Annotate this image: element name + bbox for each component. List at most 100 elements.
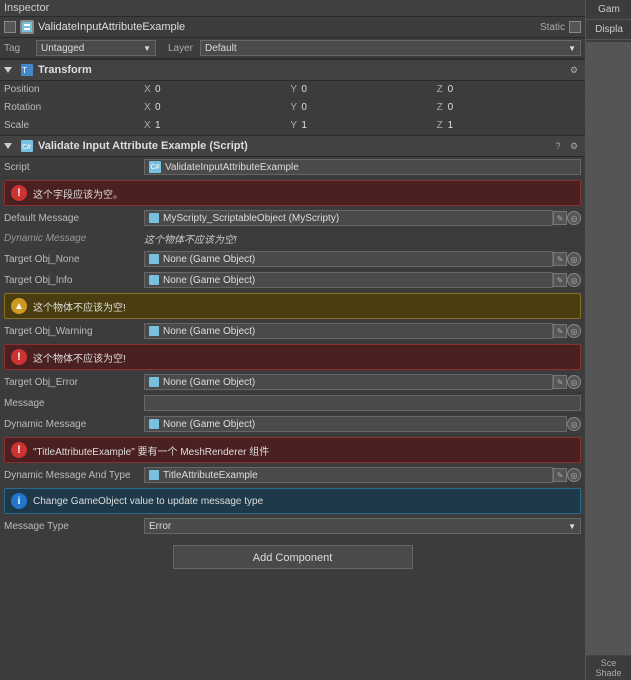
warning-icon: ▲ [11, 298, 27, 314]
target-obj-error-row: Target Obj_Error None (Game Object) ✎ ◎ [0, 372, 585, 393]
target-obj-info-pick-btn[interactable]: ◎ [567, 273, 581, 287]
add-component-button[interactable]: Add Component [173, 545, 413, 569]
tag-layer-row: Tag Untagged ▼ Layer Default ▼ [0, 38, 585, 59]
position-z-label: Z [437, 84, 447, 95]
dynamic-msg-type-edit-btn[interactable]: ✎ [553, 468, 567, 482]
scene-label: SceShade [586, 655, 631, 680]
static-checkbox[interactable] [569, 21, 581, 33]
static-label: Static [540, 22, 565, 33]
position-y-label: Y [290, 84, 300, 95]
dynamic-message-and-type-label: Dynamic Message And Type [4, 470, 144, 481]
script-settings-icon[interactable]: ⚙ [567, 139, 581, 153]
script-collapse-icon[interactable] [4, 143, 12, 149]
transform-settings-icon[interactable]: ⚙ [567, 63, 581, 77]
scale-values: X 1 Y 1 Z 1 [144, 120, 581, 131]
target-obj-warning-label: Target Obj_Warning [4, 326, 144, 337]
mesh-error-icon: ! [11, 442, 27, 458]
message-type-dropdown[interactable]: Error ▼ [144, 518, 581, 534]
position-row: Position X 0 Y 0 Z 0 [0, 81, 585, 99]
scale-label: Scale [4, 120, 144, 131]
scale-z-label: Z [437, 120, 447, 131]
rotation-z-value[interactable]: 0 [448, 102, 454, 113]
message-input[interactable] [144, 395, 581, 411]
dynamic-message2-field[interactable]: None (Game Object) [144, 416, 567, 432]
right-panel: Gam Displa SceShade [585, 0, 631, 680]
obj-ref-icon-3 [149, 275, 159, 285]
scale-row: Scale X 1 Y 1 Z 1 [0, 117, 585, 135]
message-type-label: Message Type [4, 521, 144, 532]
rotation-x-value[interactable]: 0 [155, 102, 161, 113]
message-type-chevron-icon: ▼ [568, 522, 576, 531]
dynamic-msg-type-pick-btn[interactable]: ◎ [567, 468, 581, 482]
obj-ref-icon-7 [149, 470, 159, 480]
object-name: ValidateInputAttributeExample [38, 21, 536, 33]
target-obj-info-field[interactable]: None (Game Object) [144, 272, 553, 288]
default-message-field[interactable]: MyScripty_ScriptableObject (MyScripty) [144, 210, 553, 226]
object-icon [20, 20, 34, 34]
position-y-value[interactable]: 0 [301, 84, 307, 95]
script-section-icon: C# [20, 139, 34, 153]
rotation-label: Rotation [4, 102, 144, 113]
inspector-title: Inspector [4, 2, 49, 14]
rotation-z-label: Z [437, 102, 447, 113]
scale-z-value[interactable]: 1 [448, 120, 454, 131]
transform-title: Transform [38, 64, 563, 76]
target-obj-none-field[interactable]: None (Game Object) [144, 251, 553, 267]
scale-x-value[interactable]: 1 [155, 120, 161, 131]
warning-text: 这个物体不应该为空! [33, 299, 126, 314]
target-obj-info-edit-btn[interactable]: ✎ [553, 273, 567, 287]
position-values: X 0 Y 0 Z 0 [144, 84, 581, 95]
transform-icon: T [20, 63, 34, 77]
script-section-buttons: ? ⚙ [551, 139, 581, 153]
dynamic-message-value: 这个物体不应该为空! [144, 231, 237, 246]
obj-ref-icon-6 [149, 419, 159, 429]
default-message-label: Default Message [4, 213, 144, 224]
target-obj-error-pick-btn[interactable]: ◎ [567, 375, 581, 389]
scale-y-value[interactable]: 1 [301, 120, 307, 131]
target-obj-error-field[interactable]: None (Game Object) [144, 374, 553, 390]
default-message-edit-btn[interactable]: ✎ [553, 211, 567, 225]
obj-ref-icon-4 [149, 326, 159, 336]
scale-y-label: Y [290, 120, 300, 131]
error-alert-2: ! 这个物体不应该为空! [4, 344, 581, 370]
mesh-renderer-alert: ! "TitleAttributeExample" 要有一个 MeshRende… [4, 437, 581, 463]
script-help-icon[interactable]: ? [551, 139, 565, 153]
target-obj-warning-edit-btn[interactable]: ✎ [553, 324, 567, 338]
target-obj-none-edit-btn[interactable]: ✎ [553, 252, 567, 266]
object-row: ValidateInputAttributeExample Static [0, 17, 585, 38]
warning-alert: ▲ 这个物体不应该为空! [4, 293, 581, 319]
message-label: Message [4, 398, 144, 409]
field-empty-text: 这个字段应该为空。 [33, 186, 123, 201]
scale-x-label: X [144, 120, 154, 131]
layer-dropdown[interactable]: Default ▼ [200, 40, 581, 56]
default-message-pick-btn[interactable]: ◎ [567, 211, 581, 225]
target-obj-none-label: Target Obj_None [4, 254, 144, 265]
script-field-value[interactable]: C# ValidateInputAttributeExample [144, 159, 581, 175]
transform-collapse-icon[interactable] [4, 67, 12, 73]
script-section-header: C# Validate Input Attribute Example (Scr… [0, 135, 585, 157]
target-obj-warning-field[interactable]: None (Game Object) [144, 323, 553, 339]
tag-dropdown[interactable]: Untagged ▼ [36, 40, 156, 56]
dynamic-message-label: Dynamic Message [4, 233, 144, 244]
svg-text:C#: C# [22, 144, 31, 151]
game-tab[interactable]: Gam [586, 0, 631, 20]
target-obj-none-row: Target Obj_None None (Game Object) ✎ ◎ [0, 249, 585, 270]
target-obj-error-edit-btn[interactable]: ✎ [553, 375, 567, 389]
target-obj-warning-pick-btn[interactable]: ◎ [567, 324, 581, 338]
inspector-header: Inspector [0, 0, 585, 17]
inspector-panel: Inspector ValidateInputAttributeExample … [0, 0, 585, 680]
transform-section-header: T Transform ⚙ [0, 59, 585, 81]
dynamic-message-and-type-field[interactable]: TitleAttributeExample [144, 467, 553, 483]
active-checkbox[interactable] [4, 21, 16, 33]
position-z-value[interactable]: 0 [448, 84, 454, 95]
display-tab[interactable]: Displa [586, 20, 631, 40]
script-field-row: Script C# ValidateInputAttributeExample [0, 157, 585, 178]
target-obj-none-pick-btn[interactable]: ◎ [567, 252, 581, 266]
layer-chevron-icon: ▼ [568, 44, 576, 53]
rotation-x-label: X [144, 102, 154, 113]
position-x-label: X [144, 84, 154, 95]
dynamic-message2-pick-btn[interactable]: ◎ [567, 417, 581, 431]
position-x-value[interactable]: 0 [155, 84, 161, 95]
field-empty-alert: ! 这个字段应该为空。 [4, 180, 581, 206]
rotation-y-value[interactable]: 0 [301, 102, 307, 113]
